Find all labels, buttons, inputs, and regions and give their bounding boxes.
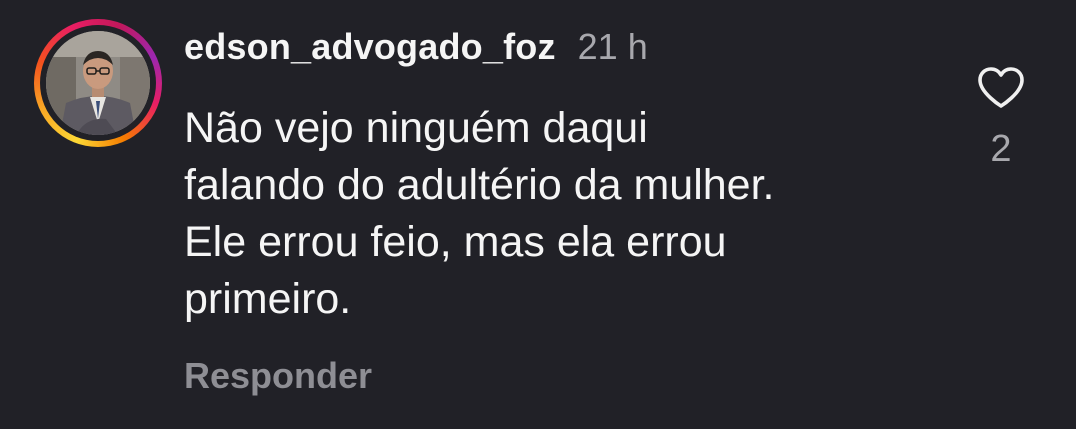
comment-timestamp: 21 h [577, 26, 648, 67]
reply-button[interactable]: Responder [184, 355, 372, 397]
comment-header: edson_advogado_foz 21 h [184, 26, 648, 82]
comment-text-line: Não vejo ninguém daqui [184, 104, 648, 152]
avatar-ring-gap [40, 25, 156, 141]
heart-outline-icon [978, 67, 1024, 108]
comment-text: Não vejo ninguém daqui falando do adulté… [184, 100, 944, 328]
username-link[interactable]: edson_advogado_foz [184, 26, 556, 68]
comment-text-line: Ele errou feio, mas ela errou [184, 218, 727, 266]
comment-text-line: falando do adultério da mulher. [184, 161, 775, 209]
like-button[interactable] [976, 66, 1026, 110]
comment-text-line: primeiro. [184, 275, 352, 323]
comment-item: edson_advogado_foz 21 h Não vejo ninguém… [0, 0, 1076, 429]
avatar[interactable] [46, 31, 150, 135]
avatar-image [46, 31, 150, 135]
story-ring[interactable] [34, 19, 162, 147]
like-count: 2 [990, 128, 1012, 170]
